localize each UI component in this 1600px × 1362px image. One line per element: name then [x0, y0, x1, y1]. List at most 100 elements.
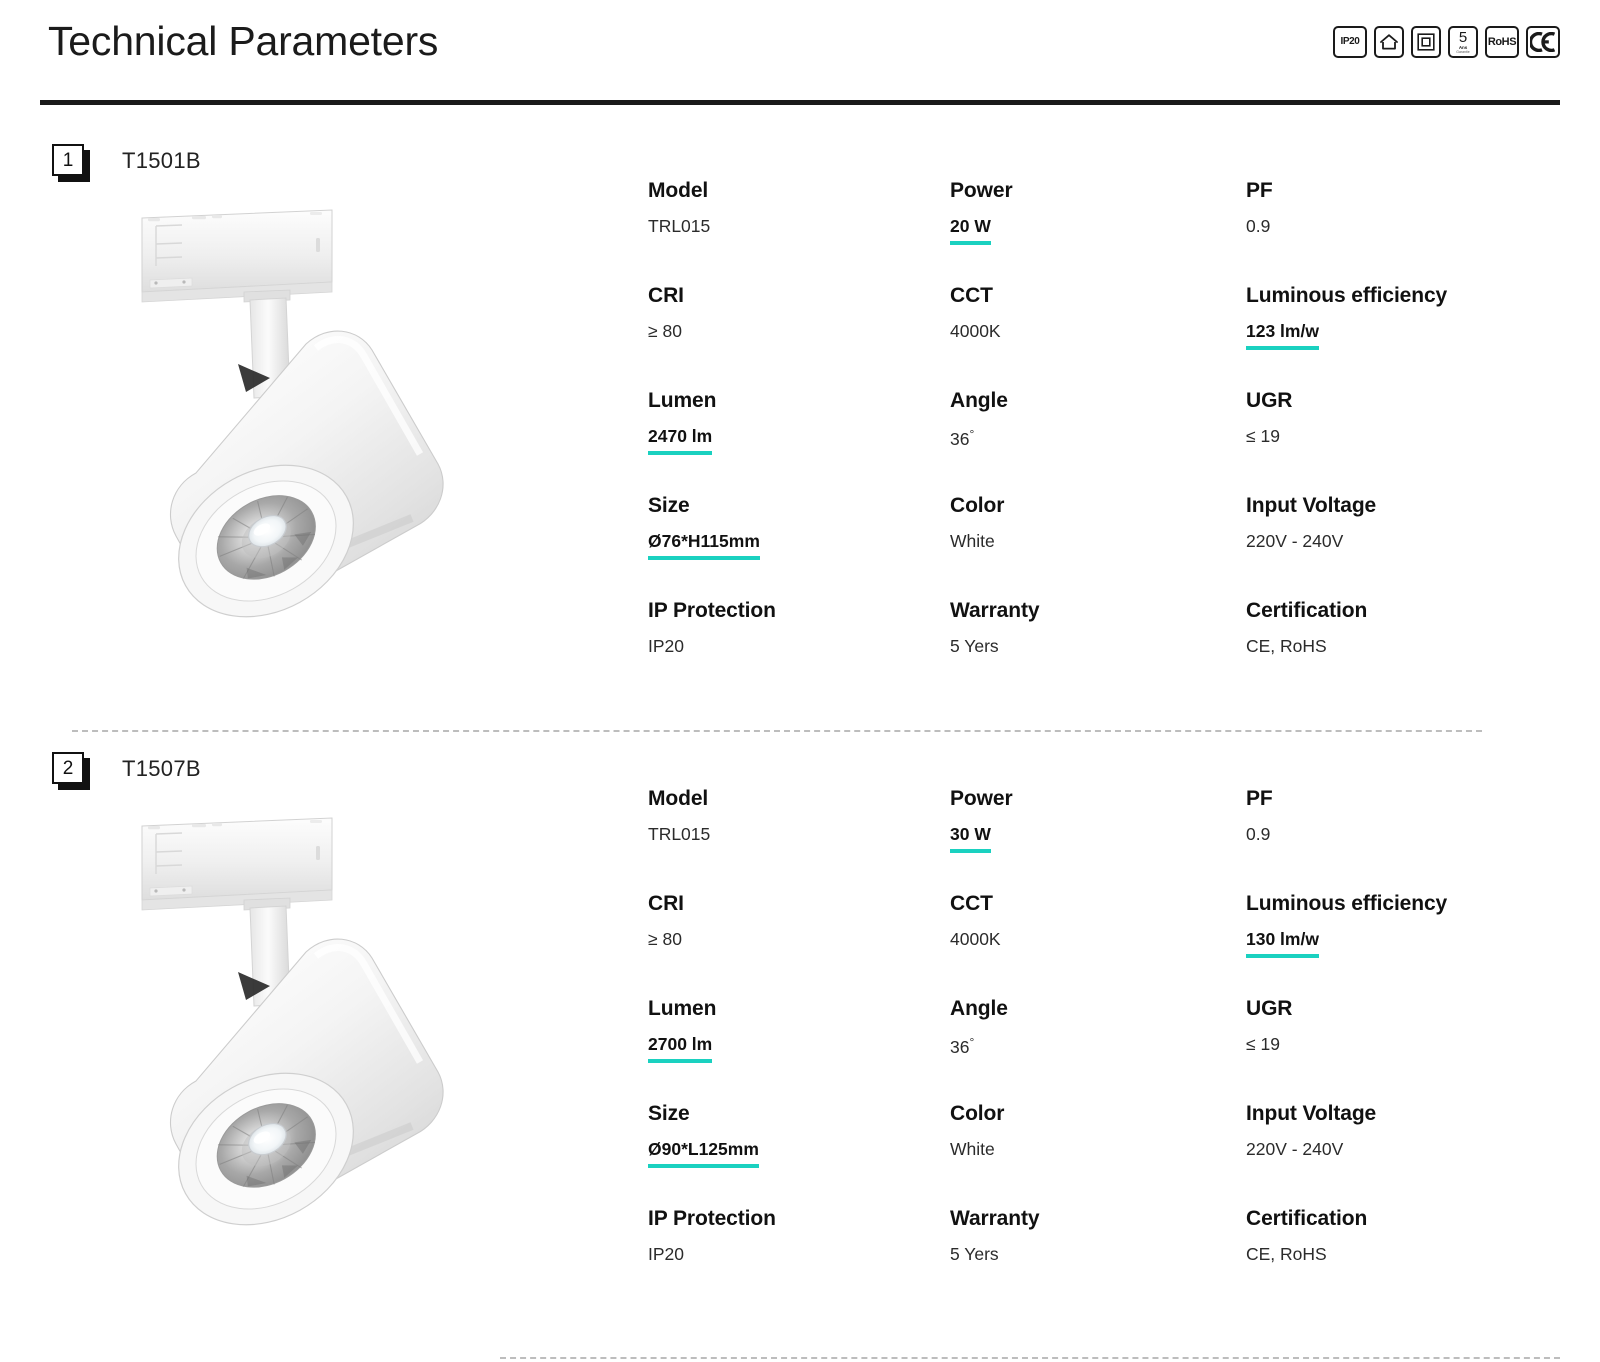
product-image-2	[120, 804, 550, 1244]
spec-model: Model TRL015	[648, 788, 950, 893]
spec-value: IP20	[648, 1244, 684, 1264]
warranty-years-content: 5 Ans Garantie	[1456, 30, 1469, 54]
spec-value: IP20	[648, 636, 684, 656]
product-index-badge-1: 1	[52, 144, 90, 182]
spec-label: Certification	[1246, 599, 1368, 622]
highlight-underline	[1246, 345, 1319, 350]
highlight-underline	[648, 1058, 713, 1063]
spec-label: Power	[950, 787, 1013, 810]
spec-value-wrap: White	[950, 531, 995, 551]
spec-cri: CRI ≥ 80	[648, 893, 950, 998]
spec-value-wrap: 30 W	[950, 824, 991, 853]
spec-size: Size Ø90*L125mm	[648, 1103, 950, 1208]
technical-parameters-page: Technical Parameters IP20 5 Ans Garantie…	[0, 0, 1600, 1362]
ce-badge	[1526, 26, 1560, 58]
spec-label: IP Protection	[648, 599, 776, 622]
spec-label: CCT	[950, 892, 993, 915]
spec-ip-protection: IP Protection IP20	[648, 1208, 950, 1313]
spec-value: 36°	[950, 1036, 974, 1056]
spec-label: Angle	[950, 997, 1008, 1020]
spec-value: 36°	[950, 428, 974, 448]
product-divider-2	[500, 1357, 1560, 1359]
spec-value-wrap: 4000K	[950, 930, 1001, 949]
spec-angle: Angle 36°	[950, 998, 1246, 1103]
spec-value: ≤ 19	[1246, 1034, 1280, 1054]
spec-value: 0.9	[1246, 216, 1271, 236]
spec-value-wrap: 5 Yers	[950, 637, 999, 656]
spec-color: Color White	[950, 495, 1246, 600]
spec-label: CRI	[648, 284, 684, 307]
spec-ip-protection: IP Protection IP20	[648, 600, 950, 705]
warranty-years-badge: 5 Ans Garantie	[1448, 26, 1478, 58]
spec-model: Model TRL015	[648, 180, 950, 285]
spec-label: CRI	[648, 892, 684, 915]
rohs-badge: RoHS	[1485, 26, 1519, 58]
highlight-underline	[950, 848, 991, 853]
spec-label: Model	[648, 787, 709, 810]
certification-badge-row: IP20 5 Ans Garantie RoHS	[1333, 26, 1560, 58]
spec-value-wrap: 220V - 240V	[1246, 531, 1344, 551]
spec-value-wrap: 2700 lm	[648, 1035, 713, 1063]
spec-warranty: Warranty 5 Yers	[950, 1208, 1246, 1313]
spec-cct: CCT 4000K	[950, 893, 1246, 998]
header-divider	[40, 100, 1560, 105]
spec-value: 220V - 240V	[1246, 531, 1344, 551]
spec-label: Certification	[1246, 1207, 1368, 1230]
spec-value-wrap: Ø90*L125mm	[648, 1140, 759, 1168]
ip20-badge-label: IP20	[1340, 36, 1360, 47]
spec-angle: Angle 36°	[950, 390, 1246, 495]
spec-value-wrap: TRL015	[648, 824, 711, 844]
spec-input-voltage: Input Voltage 220V - 240V	[1246, 495, 1548, 600]
spec-value: 5 Yers	[950, 1244, 999, 1264]
spec-value-text: 36	[950, 1036, 970, 1057]
spec-label: Model	[648, 179, 709, 202]
product-index-number: 2	[52, 752, 84, 784]
degree-symbol: °	[969, 427, 975, 441]
warranty-years-number: 5	[1458, 29, 1468, 46]
spec-input-voltage: Input Voltage 220V - 240V	[1246, 1103, 1548, 1208]
spec-value: White	[950, 531, 995, 551]
spec-value-wrap: 0.9	[1246, 216, 1271, 236]
product-code-1: T1501B	[122, 148, 201, 173]
spec-value-wrap: TRL015	[648, 217, 710, 236]
spec-value: Ø76*H115mm	[648, 531, 760, 551]
product-block-2: 2 T1507B Model TRL015 Power 30 W PF 0.9 …	[0, 748, 1600, 1263]
spec-power: Power 20 W	[950, 180, 1246, 285]
spec-value-wrap: IP20	[648, 1244, 684, 1264]
highlight-underline	[950, 240, 991, 245]
spec-lumen: Lumen 2700 lm	[648, 998, 950, 1103]
spec-value: 20 W	[950, 216, 991, 236]
highlight-underline	[1246, 953, 1319, 958]
spec-value-wrap: Ø76*H115mm	[648, 531, 760, 560]
spec-label: UGR	[1246, 997, 1293, 1020]
spec-cct: CCT 4000K	[950, 285, 1246, 390]
product-divider-1	[72, 730, 1482, 732]
spec-color: Color White	[950, 1103, 1246, 1208]
spec-grid-2: Model TRL015 Power 30 W PF 0.9 CRI ≥ 80 …	[648, 788, 1548, 1313]
spec-value: ≥ 80	[648, 929, 682, 949]
spec-value: 2470 lm	[648, 426, 713, 446]
spec-label: Warranty	[950, 599, 1040, 622]
spec-value-wrap: 36°	[950, 1036, 974, 1056]
product-code-2: T1507B	[122, 756, 201, 781]
spec-value: ≥ 80	[648, 321, 682, 341]
spec-value-wrap: ≥ 80	[648, 929, 682, 949]
spec-value-wrap: 2470 lm	[648, 426, 713, 455]
spec-value-wrap: 36°	[950, 428, 974, 448]
spec-label: Lumen	[648, 389, 717, 412]
rohs-badge-label: RoHS	[1487, 35, 1517, 48]
spec-label: Color	[950, 494, 1005, 517]
spec-label: Angle	[950, 389, 1008, 412]
spec-grid-1: Model TRL015 Power 20 W PF 0.9 CRI ≥ 80 …	[648, 180, 1548, 705]
spec-value: 30 W	[950, 824, 991, 844]
warranty-years-sub: Garantie	[1456, 49, 1470, 54]
spec-value-wrap: CE, RoHS	[1246, 1245, 1327, 1264]
spec-label: Size	[648, 494, 690, 517]
spec-label: Lumen	[648, 997, 717, 1020]
track-adapter	[141, 817, 333, 911]
spec-pf: PF 0.9	[1246, 180, 1548, 285]
spec-value-wrap: 4000K	[950, 322, 1001, 341]
spec-label: Input Voltage	[1246, 1102, 1377, 1125]
spec-value-wrap: CE, RoHS	[1246, 637, 1327, 656]
spec-value: TRL015	[648, 824, 711, 844]
